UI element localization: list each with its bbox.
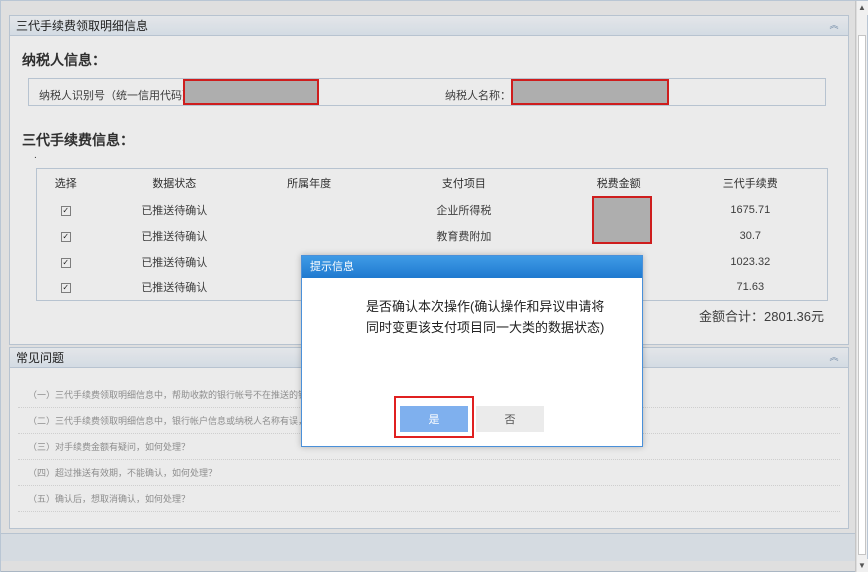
scrollbar-thumb[interactable] bbox=[858, 35, 866, 555]
dialog-title: 提示信息 bbox=[302, 256, 642, 278]
scroll-up-arrow-icon[interactable]: ▲ bbox=[856, 1, 868, 15]
no-button[interactable]: 否 bbox=[476, 406, 544, 432]
dialog-message: 是否确认本次操作(确认操作和异议申请将同时变更该支付项目同一大类的数据状态) bbox=[366, 299, 605, 335]
window-frame: 三代手续费领取明细信息 ︽ 纳税人信息： 纳税人识别号（统一信用代码） 纳税人名… bbox=[0, 0, 868, 572]
scroll-down-arrow-icon[interactable]: ▼ bbox=[856, 559, 868, 572]
confirm-dialog: 提示信息 是否确认本次操作(确认操作和异议申请将同时变更该支付项目同一大类的数据… bbox=[301, 255, 643, 447]
yes-button[interactable]: 是 bbox=[400, 406, 468, 432]
